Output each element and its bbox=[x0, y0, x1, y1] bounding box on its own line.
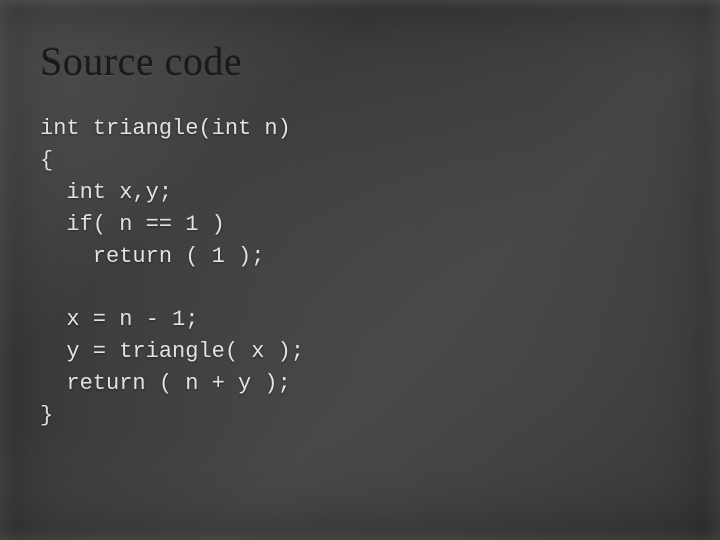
code-block: int triangle(int n) { int x,y; if( n == … bbox=[40, 113, 680, 432]
slide-title: Source code bbox=[40, 38, 680, 85]
slide: Source code int triangle(int n) { int x,… bbox=[0, 0, 720, 540]
